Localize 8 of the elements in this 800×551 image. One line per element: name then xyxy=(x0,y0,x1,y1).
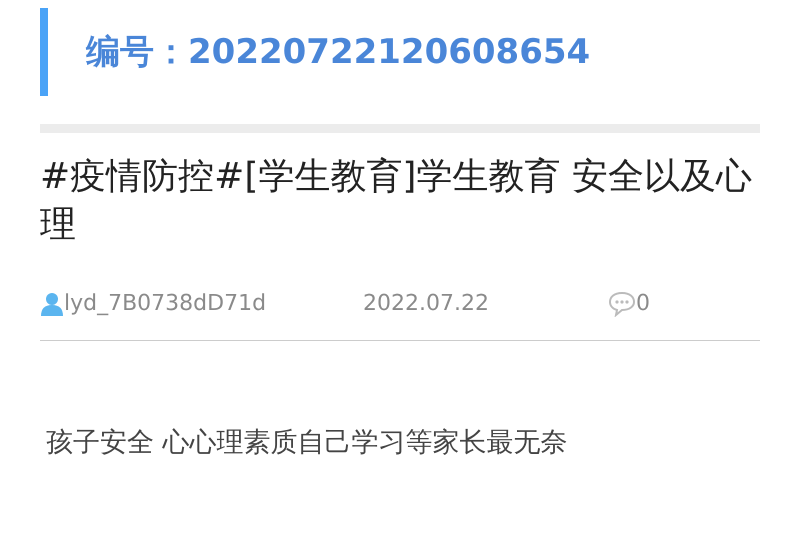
post-title: #疫情防控#[学生教育]学生教育 安全以及心理 xyxy=(40,155,753,247)
post-date: 2022.07.22 xyxy=(363,290,490,318)
author-name: lyd_7B0738dD71d xyxy=(64,290,266,318)
user-icon xyxy=(40,292,64,316)
comment-icon xyxy=(608,290,636,316)
comment-count: 0 xyxy=(636,290,650,318)
post-body: 孩子安全 心心理素质自己学习等家长最无奈 xyxy=(46,426,569,460)
serial-number-heading: 编号：20220722120608654 xyxy=(86,30,590,74)
